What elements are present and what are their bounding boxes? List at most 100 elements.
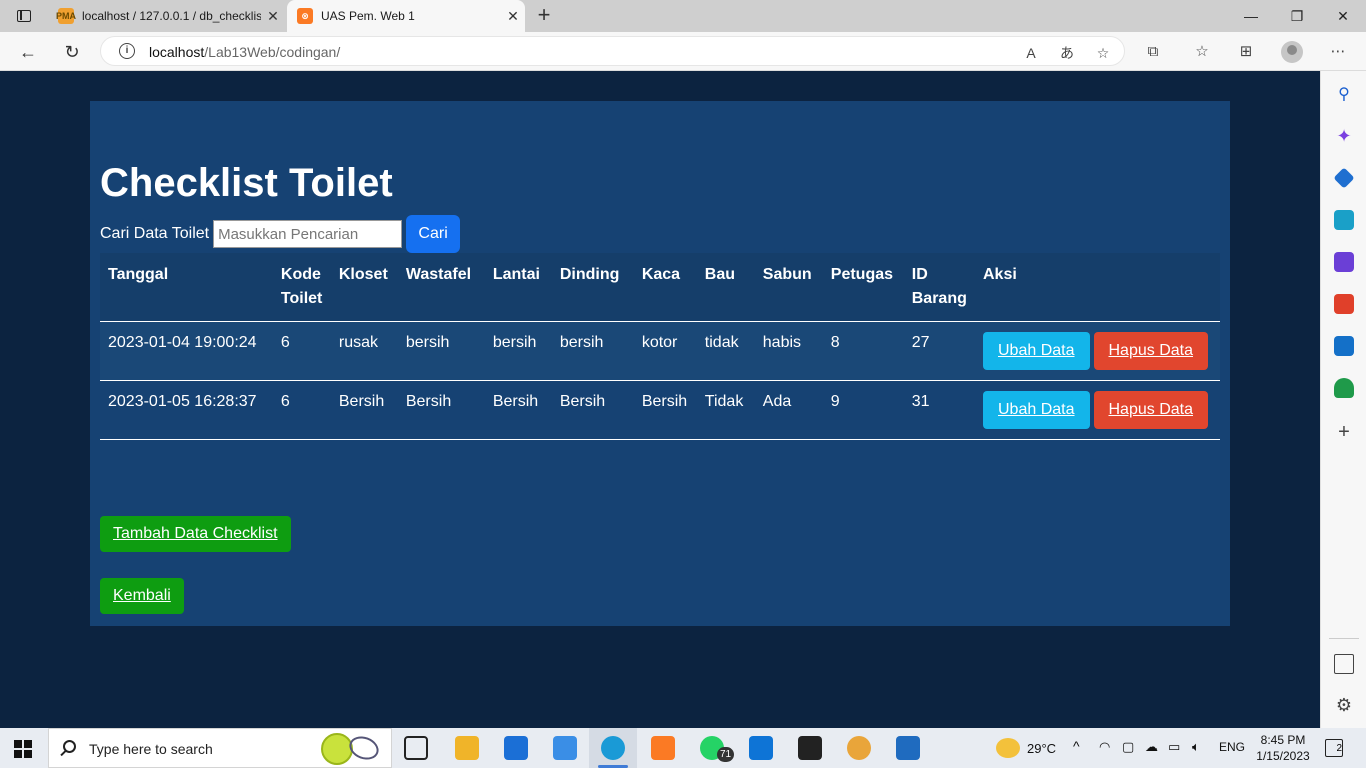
taskbar-search[interactable]: Type here to search bbox=[48, 728, 392, 768]
tools-icon[interactable] bbox=[1334, 210, 1354, 230]
close-window-button[interactable]: ✕ bbox=[1320, 0, 1366, 32]
hide-sidebar-icon[interactable] bbox=[1334, 654, 1354, 674]
cell-dinding: Bersih bbox=[559, 393, 606, 410]
tennis-ball-icon bbox=[321, 733, 353, 765]
meet-now-icon[interactable]: ▢ bbox=[1122, 739, 1134, 755]
cell-wastafel: Bersih bbox=[405, 393, 452, 410]
add-favorite-icon[interactable]: ☆ bbox=[1093, 43, 1113, 63]
cell-petugas: 8 bbox=[822, 321, 904, 381]
collections-icon[interactable]: ⊞ bbox=[1235, 41, 1257, 63]
cell-aksi: Ubah Data Hapus Data bbox=[975, 381, 1220, 440]
extensions-icon[interactable]: ⧉ bbox=[1142, 41, 1164, 63]
gear-icon[interactable]: ⚙ bbox=[1334, 695, 1354, 715]
tab-actions-button[interactable] bbox=[8, 4, 40, 28]
delete-button[interactable]: Hapus Data bbox=[1093, 332, 1208, 370]
add-checklist-button[interactable]: Tambah Data Checklist bbox=[100, 516, 291, 552]
edit-button[interactable]: Ubah Data bbox=[983, 391, 1090, 429]
clock-time: 8:45 PM bbox=[1260, 733, 1306, 747]
search-input[interactable] bbox=[213, 220, 403, 248]
windows-start-icon[interactable] bbox=[14, 740, 32, 758]
cell-petugas: 9 bbox=[830, 393, 840, 410]
back-icon[interactable]: ← bbox=[14, 38, 42, 66]
cell-kode-toilet: 6 bbox=[280, 393, 290, 410]
copilot-icon[interactable]: ✦ bbox=[1334, 126, 1354, 146]
table-row: 2023-01-05 16:28:37 6 Bersih Bersih Bers… bbox=[100, 381, 1220, 440]
close-tab-icon[interactable]: ✕ bbox=[501, 8, 525, 25]
cell-kloset: rusak bbox=[330, 321, 398, 381]
url-path: /Lab13Web/codingan/ bbox=[204, 44, 341, 60]
edge-sidebar: ⚲ ✦ + ⚙ bbox=[1320, 71, 1366, 728]
tab-title: localhost / 127.0.0.1 / db_checklis bbox=[82, 9, 261, 23]
terminal-icon[interactable] bbox=[798, 736, 822, 760]
cell-sabun: habis bbox=[754, 321, 823, 381]
col-bau: Bau bbox=[696, 253, 755, 322]
col-tanggal: Tanggal bbox=[100, 253, 273, 322]
search-icon[interactable]: ⚲ bbox=[1334, 84, 1354, 104]
task-view-icon[interactable] bbox=[404, 736, 428, 760]
weather-temp[interactable]: 29°C bbox=[1027, 741, 1056, 756]
tab-phpmyadmin[interactable]: PMA localhost / 127.0.0.1 / db_checklis … bbox=[48, 0, 285, 32]
games-icon[interactable] bbox=[1334, 252, 1354, 272]
tab-actions-icon bbox=[17, 10, 31, 22]
file-explorer-icon[interactable] bbox=[455, 736, 479, 760]
col-aksi: Aksi bbox=[975, 253, 1220, 322]
favorites-icon[interactable]: ☆ bbox=[1191, 41, 1213, 63]
new-tab-button[interactable]: + bbox=[534, 4, 554, 28]
sidebar-divider bbox=[1329, 638, 1359, 639]
cell-tanggal: 2023-01-04 19:00:24 bbox=[100, 321, 273, 381]
tab-title: UAS Pem. Web 1 bbox=[321, 9, 415, 23]
taskbar-clock[interactable]: 8:45 PM 1/15/2023 bbox=[1250, 732, 1316, 764]
minimize-button[interactable]: — bbox=[1228, 0, 1274, 32]
page-viewport: Checklist Toilet Cari Data Toilet Cari T… bbox=[0, 71, 1320, 728]
xampp-icon[interactable] bbox=[651, 736, 675, 760]
translate-icon[interactable]: あ bbox=[1057, 43, 1077, 63]
checklist-table: Tanggal Kode Toilet Kloset Wastafel Lant… bbox=[100, 253, 1220, 440]
back-button[interactable]: Kembali bbox=[100, 578, 184, 614]
office-icon[interactable] bbox=[1334, 294, 1354, 314]
read-aloud-icon[interactable]: A bbox=[1021, 43, 1041, 63]
cell-aksi: Ubah Data Hapus Data bbox=[975, 321, 1220, 381]
mail-icon[interactable] bbox=[504, 736, 528, 760]
store-icon[interactable] bbox=[553, 736, 577, 760]
edit-button[interactable]: Ubah Data bbox=[983, 332, 1090, 370]
battery-icon[interactable]: ▭ bbox=[1168, 739, 1180, 755]
search-icon bbox=[63, 740, 76, 753]
delete-button[interactable]: Hapus Data bbox=[1093, 391, 1208, 429]
tree-icon[interactable] bbox=[1334, 378, 1354, 398]
outlook-icon[interactable] bbox=[1334, 336, 1354, 356]
onedrive-icon[interactable]: ☁ bbox=[1145, 739, 1158, 755]
search-button[interactable]: Cari bbox=[406, 215, 461, 253]
restore-button[interactable]: ❐ bbox=[1274, 0, 1320, 32]
shopping-icon[interactable] bbox=[1333, 167, 1355, 189]
paint-icon[interactable] bbox=[847, 736, 871, 760]
tab-uas[interactable]: ⊗ UAS Pem. Web 1 ✕ bbox=[287, 0, 525, 32]
chevron-up-icon[interactable]: ^ bbox=[1073, 738, 1080, 754]
close-tab-icon[interactable]: ✕ bbox=[261, 8, 285, 25]
refresh-icon[interactable]: ↻ bbox=[58, 38, 86, 66]
weather-icon[interactable] bbox=[996, 738, 1020, 758]
cell-wastafel: bersih bbox=[397, 321, 485, 381]
col-lantai: Lantai bbox=[484, 253, 552, 322]
page-title: Checklist Toilet bbox=[100, 161, 393, 205]
cell-kaca: kotor bbox=[633, 321, 697, 381]
vscode-icon[interactable] bbox=[749, 736, 773, 760]
tennis-racket-icon bbox=[346, 732, 382, 764]
site-info-icon[interactable]: i bbox=[119, 43, 135, 59]
profile-avatar[interactable] bbox=[1281, 41, 1303, 63]
more-menu-icon[interactable]: ⋯ bbox=[1327, 41, 1349, 63]
cell-kaca: Bersih bbox=[641, 393, 688, 410]
photos-icon[interactable] bbox=[896, 736, 920, 760]
network-icon[interactable]: ◠ bbox=[1099, 739, 1110, 755]
address-bar[interactable]: i localhost/Lab13Web/codingan/ A あ ☆ bbox=[100, 36, 1125, 66]
edge-icon[interactable] bbox=[601, 736, 625, 760]
notification-icon[interactable]: 2 bbox=[1325, 739, 1343, 757]
add-icon[interactable]: + bbox=[1334, 422, 1354, 442]
cell-lantai: Bersih bbox=[492, 393, 539, 410]
language-indicator[interactable]: ENG bbox=[1219, 740, 1245, 754]
url-text[interactable]: localhost/Lab13Web/codingan/ bbox=[149, 44, 340, 60]
volume-icon[interactable]: 🔈︎ bbox=[1192, 739, 1200, 755]
search-form: Cari Data Toilet Cari bbox=[100, 215, 461, 253]
col-id-barang: ID Barang bbox=[903, 253, 975, 322]
cell-id-barang: 27 bbox=[903, 321, 975, 381]
address-toolbar: ← ↻ i localhost/Lab13Web/codingan/ A あ ☆… bbox=[0, 32, 1366, 71]
